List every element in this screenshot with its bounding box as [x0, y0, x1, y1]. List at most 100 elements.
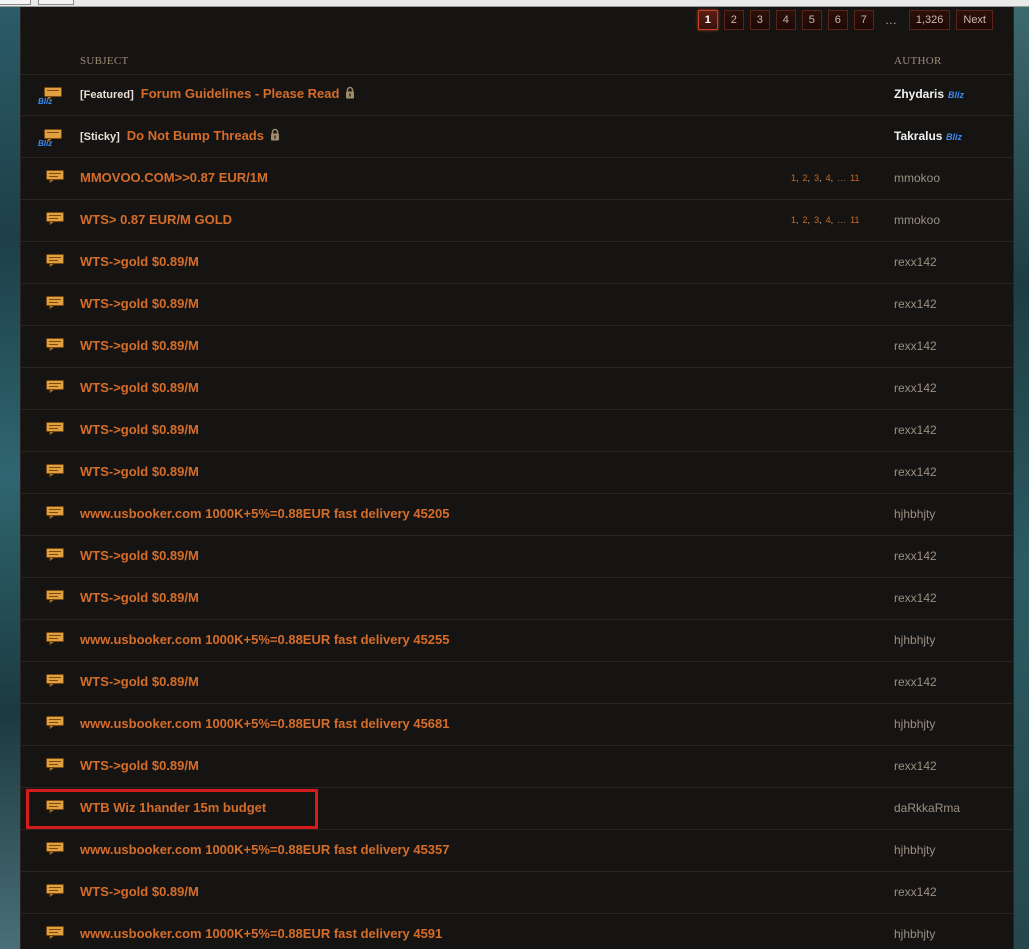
- page-button-7[interactable]: 7: [853, 10, 874, 30]
- thread-title-link[interactable]: Do Not Bump Threads: [127, 128, 264, 143]
- thread-row[interactable]: Bliz [Sticky] Do Not Bump Threads Takralus B…: [21, 116, 1013, 158]
- thread-title-link[interactable]: WTB Wiz 1hander 15m budget: [80, 800, 266, 815]
- page-button-4[interactable]: 4: [775, 10, 796, 30]
- thread-row[interactable]: WTS->gold $0.89/M rexx142: [21, 872, 1013, 914]
- thread-page-link[interactable]: 4: [826, 173, 831, 183]
- author-name[interactable]: rexx142: [894, 465, 937, 479]
- thread-title-link[interactable]: WTS->gold $0.89/M: [80, 884, 199, 899]
- author-name[interactable]: Zhydaris: [894, 87, 944, 101]
- thread-row[interactable]: Bliz [Featured] Forum Guidelines - Please …: [21, 74, 1013, 116]
- thread-title-link[interactable]: WTS->gold $0.89/M: [80, 254, 199, 269]
- author-name[interactable]: hjhbhjty: [894, 633, 935, 647]
- author-name[interactable]: rexx142: [894, 675, 937, 689]
- thread-row[interactable]: WTS->gold $0.89/M rexx142: [21, 452, 1013, 494]
- thread-author[interactable]: Zhydaris Bliz: [894, 87, 966, 103]
- thread-title-link[interactable]: WTS> 0.87 EUR/M GOLD: [80, 212, 232, 227]
- author-name[interactable]: rexx142: [894, 885, 937, 899]
- author-name[interactable]: hjhbhjty: [894, 507, 935, 521]
- top-bar-button[interactable]: [38, 0, 74, 5]
- thread-author[interactable]: hjhbhjty: [894, 717, 935, 731]
- thread-title-link[interactable]: WTS->gold $0.89/M: [80, 338, 199, 353]
- author-name[interactable]: rexx142: [894, 423, 937, 437]
- thread-title-link[interactable]: WTS->gold $0.89/M: [80, 674, 199, 689]
- thread-author[interactable]: rexx142: [894, 591, 937, 605]
- thread-title-link[interactable]: WTS->gold $0.89/M: [80, 464, 199, 479]
- thread-title-link[interactable]: WTS->gold $0.89/M: [80, 296, 199, 311]
- thread-author[interactable]: rexx142: [894, 339, 937, 353]
- thread-row[interactable]: WTS->gold $0.89/M rexx142: [21, 536, 1013, 578]
- thread-row[interactable]: WTS->gold $0.89/M rexx142: [21, 284, 1013, 326]
- thread-row[interactable]: WTS->gold $0.89/M rexx142: [21, 578, 1013, 620]
- thread-title-link[interactable]: Forum Guidelines - Please Read: [141, 86, 340, 101]
- page-button-6[interactable]: 6: [827, 10, 848, 30]
- thread-title-link[interactable]: www.usbooker.com 1000K+5%=0.88EUR fast d…: [80, 842, 450, 857]
- thread-title-link[interactable]: WTS->gold $0.89/M: [80, 548, 199, 563]
- thread-author[interactable]: mmokoo: [894, 213, 940, 227]
- thread-author[interactable]: Takralus Bliz: [894, 129, 964, 145]
- thread-title-link[interactable]: www.usbooker.com 1000K+5%=0.88EUR fast d…: [80, 926, 442, 941]
- author-name[interactable]: rexx142: [894, 591, 937, 605]
- thread-author[interactable]: rexx142: [894, 759, 937, 773]
- author-name[interactable]: rexx142: [894, 339, 937, 353]
- thread-row[interactable]: www.usbooker.com 1000K+5%=0.88EUR fast d…: [21, 914, 1013, 949]
- thread-page-link[interactable]: 2: [803, 215, 808, 225]
- thread-row[interactable]: MMOVOO.COM>>0.87 EUR/1M 1, 2, 3, 4,… 11 mmokoo: [21, 158, 1013, 200]
- thread-page-link[interactable]: 4: [826, 215, 831, 225]
- thread-title-link[interactable]: MMOVOO.COM>>0.87 EUR/1M: [80, 170, 268, 185]
- thread-row[interactable]: www.usbooker.com 1000K+5%=0.88EUR fast d…: [21, 494, 1013, 536]
- thread-row[interactable]: WTS->gold $0.89/M rexx142: [21, 410, 1013, 452]
- author-name[interactable]: rexx142: [894, 255, 937, 269]
- author-name[interactable]: daRkkaRma: [894, 801, 960, 815]
- thread-title-link[interactable]: www.usbooker.com 1000K+5%=0.88EUR fast d…: [80, 716, 450, 731]
- thread-row[interactable]: www.usbooker.com 1000K+5%=0.88EUR fast d…: [21, 830, 1013, 872]
- thread-author[interactable]: rexx142: [894, 381, 937, 395]
- thread-title-link[interactable]: WTS->gold $0.89/M: [80, 422, 199, 437]
- thread-author[interactable]: daRkkaRma: [894, 801, 960, 815]
- author-name[interactable]: rexx142: [894, 759, 937, 773]
- next-page-button[interactable]: Next: [956, 10, 993, 30]
- author-name[interactable]: mmokoo: [894, 171, 940, 185]
- thread-author[interactable]: hjhbhjty: [894, 507, 935, 521]
- author-name[interactable]: hjhbhjty: [894, 927, 935, 941]
- thread-row[interactable]: WTS->gold $0.89/M rexx142: [21, 368, 1013, 410]
- page-button-2[interactable]: 2: [723, 10, 744, 30]
- thread-title-link[interactable]: www.usbooker.com 1000K+5%=0.88EUR fast d…: [80, 632, 450, 647]
- author-name[interactable]: Takralus: [894, 129, 942, 143]
- subject-column-header[interactable]: SUBJECT: [80, 55, 129, 67]
- thread-title-link[interactable]: WTS->gold $0.89/M: [80, 380, 199, 395]
- author-name[interactable]: rexx142: [894, 549, 937, 563]
- thread-author[interactable]: mmokoo: [894, 171, 940, 185]
- thread-title-link[interactable]: www.usbooker.com 1000K+5%=0.88EUR fast d…: [80, 506, 450, 521]
- thread-row[interactable]: www.usbooker.com 1000K+5%=0.88EUR fast d…: [21, 704, 1013, 746]
- thread-row[interactable]: www.usbooker.com 1000K+5%=0.88EUR fast d…: [21, 620, 1013, 662]
- thread-page-link[interactable]: 11: [850, 215, 859, 225]
- thread-page-link[interactable]: 2: [803, 173, 808, 183]
- thread-row[interactable]: WTS->gold $0.89/M rexx142: [21, 326, 1013, 368]
- thread-author[interactable]: rexx142: [894, 549, 937, 563]
- page-button-last[interactable]: 1,326: [908, 10, 951, 30]
- page-button-3[interactable]: 3: [749, 10, 770, 30]
- thread-author[interactable]: rexx142: [894, 297, 937, 311]
- thread-row[interactable]: WTS->gold $0.89/M rexx142: [21, 746, 1013, 788]
- thread-row[interactable]: WTS> 0.87 EUR/M GOLD 1, 2, 3, 4,… 11 mmokoo: [21, 200, 1013, 242]
- thread-page-link[interactable]: 11: [850, 173, 859, 183]
- author-name[interactable]: hjhbhjty: [894, 843, 935, 857]
- thread-row[interactable]: WTS->gold $0.89/M rexx142: [21, 242, 1013, 284]
- thread-title-link[interactable]: WTS->gold $0.89/M: [80, 590, 199, 605]
- thread-title-link[interactable]: WTS->gold $0.89/M: [80, 758, 199, 773]
- author-name[interactable]: rexx142: [894, 297, 937, 311]
- thread-author[interactable]: rexx142: [894, 675, 937, 689]
- top-bar-button[interactable]: [0, 0, 31, 5]
- thread-author[interactable]: hjhbhjty: [894, 633, 935, 647]
- highlighted-thread-row[interactable]: WTB Wiz 1hander 15m budget daRkkaRma: [21, 788, 1013, 830]
- thread-author[interactable]: rexx142: [894, 885, 937, 899]
- thread-author[interactable]: rexx142: [894, 465, 937, 479]
- thread-author[interactable]: hjhbhjty: [894, 927, 935, 941]
- author-name[interactable]: rexx142: [894, 381, 937, 395]
- thread-author[interactable]: hjhbhjty: [894, 843, 935, 857]
- page-button-1[interactable]: 1: [697, 10, 718, 30]
- page-button-5[interactable]: 5: [801, 10, 822, 30]
- author-column-header[interactable]: AUTHOR: [894, 55, 942, 67]
- thread-row[interactable]: WTS->gold $0.89/M rexx142: [21, 662, 1013, 704]
- author-name[interactable]: mmokoo: [894, 213, 940, 227]
